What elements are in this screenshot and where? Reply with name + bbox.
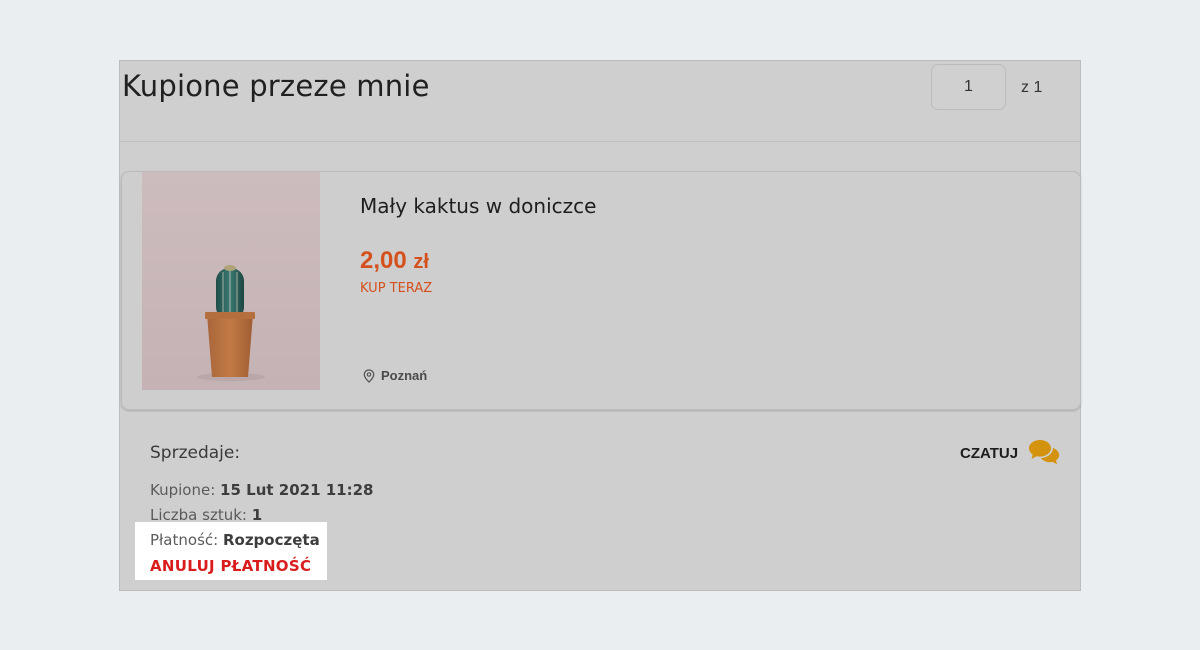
price-currency: zł [413,251,429,273]
payment-highlight: Płatność: Rozpoczęta ANULUJ PŁATNOŚĆ [135,522,327,580]
price: 2,00 zł [360,247,429,275]
chat-label[interactable]: CZATUJ [960,445,1018,462]
payment-label: Płatność: [150,531,219,549]
payment-line: Płatność: Rozpoczęta [150,531,320,549]
page-title: Kupione przeze mnie [122,69,430,103]
buy-type-label: KUP TERAZ [360,281,433,296]
product-image[interactable] [142,172,320,390]
purchased-label: Kupione: [150,481,216,499]
purchases-panel: Kupione przeze mnie 1 z 1 Mały kaktus w … [119,60,1081,591]
purchased-value: 15 Lut 2021 11:28 [220,481,374,499]
chat-bubbles-icon[interactable] [1028,438,1060,468]
payment-status: Rozpoczęta [222,531,320,549]
location: Poznań [363,368,427,383]
product-name[interactable]: Mały kaktus w doniczce [360,194,596,218]
purchased-line: Kupione: 15 Lut 2021 11:28 [150,481,374,499]
location-pin-icon [363,368,375,383]
page-number-input[interactable]: 1 [931,64,1006,110]
header-divider [120,141,1080,142]
cancel-payment-button[interactable]: ANULUJ PŁATNOŚĆ [150,557,311,575]
cactus-in-pot-photo [142,172,320,390]
location-text: Poznań [381,368,428,383]
chat-button[interactable]: CZATUJ [960,438,1060,468]
page-total: z 1 [1021,79,1043,96]
seller-label: Sprzedaje: [150,443,241,463]
item-card[interactable]: Mały kaktus w doniczce 2,00 zł KUP TERAZ… [121,171,1081,410]
price-main: 2,00 [360,247,407,274]
